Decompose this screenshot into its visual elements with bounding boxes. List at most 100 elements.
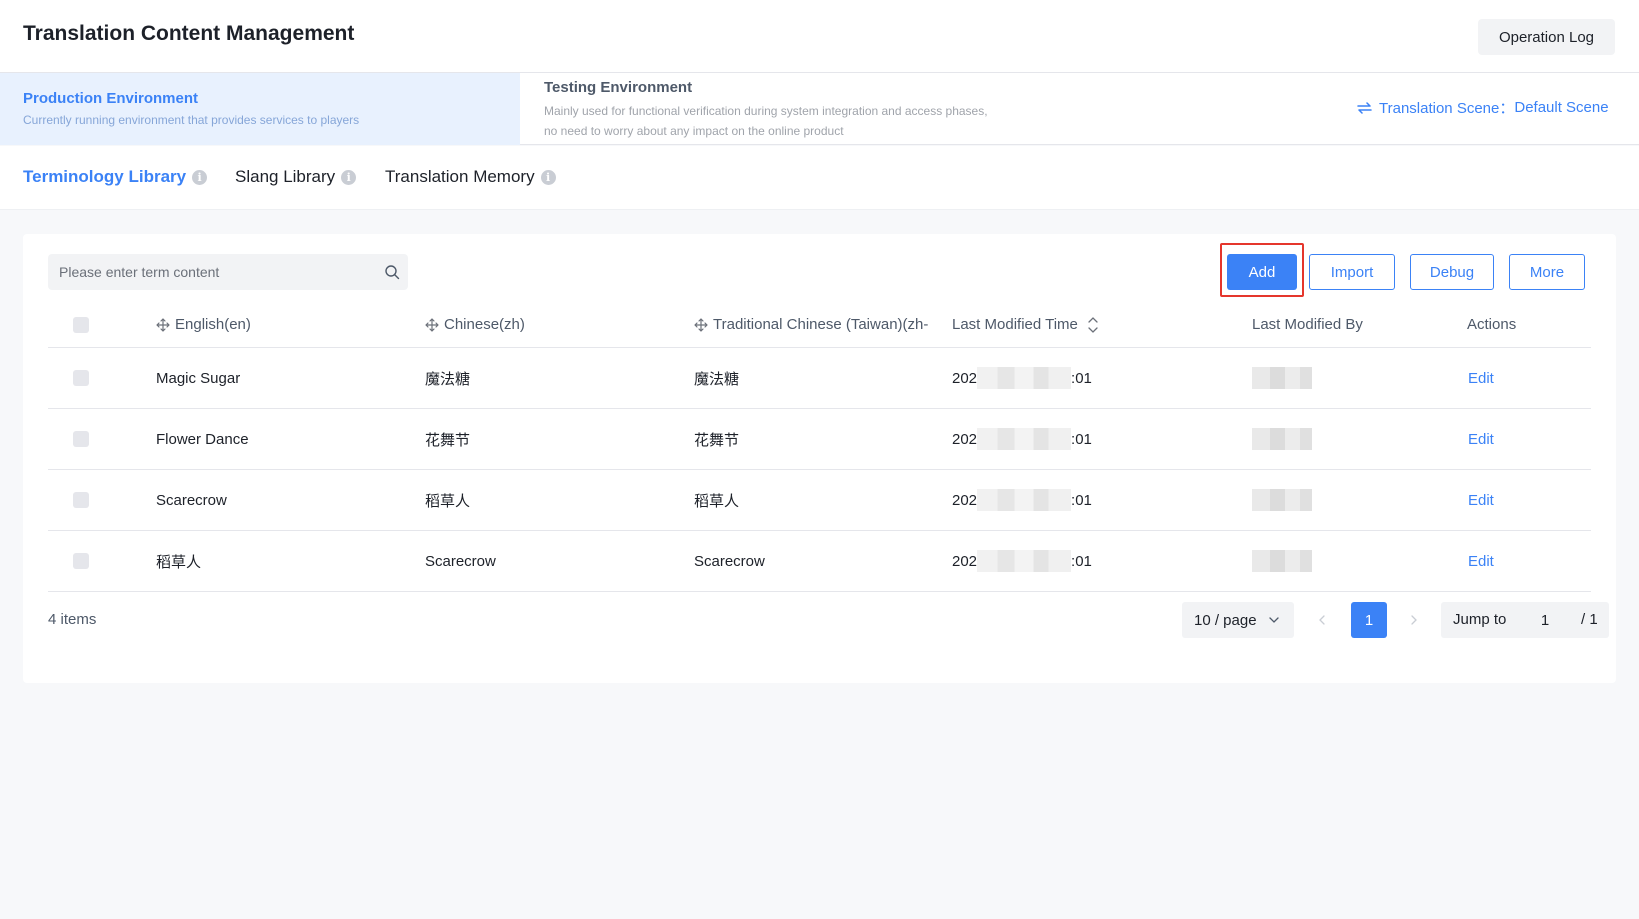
edit-link[interactable]: Edit: [1468, 409, 1494, 469]
translation-scene-selector[interactable]: Translation Scene： Default Scene: [1357, 97, 1609, 118]
row-select-cell: [73, 470, 89, 530]
total-pages: / 1: [1581, 611, 1598, 628]
redacted-mosaic: [1252, 489, 1312, 511]
row-checkbox[interactable]: [73, 370, 89, 386]
production-environment-description: Currently running environment that provi…: [23, 113, 360, 127]
table-row: 稻草人 Scarecrow Scarecrow 202 :01 Edit: [48, 531, 1591, 592]
translation-scene-label: Translation Scene：: [1379, 100, 1515, 117]
column-label: Last Modified Time: [952, 316, 1078, 333]
row-checkbox[interactable]: [73, 553, 89, 569]
tab-label: Slang Library: [235, 167, 336, 186]
redacted-mosaic: [1252, 550, 1312, 572]
search-box: [48, 254, 408, 290]
row-select-cell: [73, 409, 89, 469]
redacted-mosaic: [977, 428, 1072, 450]
sort-icon[interactable]: [1088, 316, 1098, 334]
table-row: Scarecrow 稻草人 稻草人 202 :01 Edit: [48, 470, 1591, 531]
operation-log-button[interactable]: Operation Log: [1478, 19, 1615, 55]
jump-to-input[interactable]: [1517, 604, 1573, 636]
debug-button[interactable]: Debug: [1410, 254, 1494, 290]
pagination-bar: 4 items 10 / page 1 Jump to / 1: [48, 602, 1609, 638]
page-title: Translation Content Management: [23, 22, 355, 45]
redacted-mosaic: [977, 550, 1072, 572]
time-suffix: :01: [1071, 430, 1092, 448]
time-suffix: :01: [1071, 369, 1092, 387]
row-checkbox[interactable]: [73, 492, 89, 508]
translation-scene-value: Default Scene: [1514, 99, 1609, 116]
cell-last-modified-time: 202 :01: [952, 470, 1092, 530]
info-icon[interactable]: i: [192, 169, 208, 185]
cell-chinese: Scarecrow: [425, 552, 496, 570]
testing-environment-tab[interactable]: Testing Environment Mainly used for func…: [544, 79, 1004, 141]
cell-traditional-chinese: 稻草人: [694, 492, 740, 510]
cell-english: Flower Dance: [156, 430, 249, 448]
cell-last-modified-time: 202 :01: [952, 531, 1092, 591]
table-row: Magic Sugar 魔法糖 魔法糖 202 :01 Edit: [48, 348, 1591, 409]
row-select-cell: [73, 348, 89, 408]
cell-traditional-chinese: 花舞节: [694, 431, 740, 449]
term-table: English(en) Chinese(zh) Traditional Chin…: [48, 302, 1591, 592]
cell-english: Magic Sugar: [156, 369, 241, 387]
chevron-down-icon: [1268, 617, 1279, 623]
redacted-mosaic: [977, 367, 1072, 389]
time-prefix: 202: [952, 430, 978, 448]
production-environment-name: Production Environment: [23, 90, 199, 107]
time-prefix: 202: [952, 491, 978, 509]
add-button[interactable]: Add: [1227, 254, 1297, 290]
edit-link[interactable]: Edit: [1468, 531, 1494, 591]
page-size-value: 10 / page: [1194, 611, 1257, 629]
time-prefix: 202: [952, 552, 978, 570]
row-checkbox[interactable]: [73, 431, 89, 447]
testing-environment-description: Mainly used for functional verification …: [544, 104, 988, 138]
column-header-english[interactable]: English(en): [156, 302, 251, 347]
table-row: Flower Dance 花舞节 花舞节 202 :01 Edit: [48, 409, 1591, 470]
environment-bar: Production Environment Currently running…: [0, 73, 1639, 145]
row-select-cell: [73, 531, 89, 591]
chevron-right-icon[interactable]: [1410, 613, 1418, 627]
cell-last-modified-by: [1252, 409, 1312, 469]
page-number-current[interactable]: 1: [1351, 602, 1387, 638]
more-button[interactable]: More: [1509, 254, 1585, 290]
column-header-traditional-chinese[interactable]: Traditional Chinese (Taiwan)(zh-: [694, 302, 928, 347]
redacted-mosaic: [977, 489, 1072, 511]
select-all-checkbox[interactable]: [73, 316, 89, 333]
cell-traditional-chinese: Scarecrow: [694, 552, 765, 570]
production-environment-tab[interactable]: Production Environment Currently running…: [0, 73, 520, 145]
tab-terminology-library[interactable]: Terminology Library i: [23, 167, 208, 187]
redacted-mosaic: [1252, 367, 1312, 389]
drag-handle-icon[interactable]: [694, 317, 708, 332]
info-icon[interactable]: i: [341, 169, 357, 185]
page-header: Translation Content Management Operation…: [0, 0, 1639, 73]
search-input[interactable]: [48, 254, 368, 290]
edit-link[interactable]: Edit: [1468, 348, 1494, 408]
cell-chinese: 魔法糖: [425, 370, 471, 388]
tab-label: Translation Memory: [385, 167, 535, 186]
drag-handle-icon[interactable]: [156, 317, 170, 332]
info-icon[interactable]: i: [540, 169, 556, 185]
chevron-left-icon[interactable]: [1318, 613, 1326, 627]
term-list-card: Add Import Debug More English(en) Chines…: [23, 234, 1616, 683]
column-header-actions: Actions: [1467, 316, 1517, 333]
import-button[interactable]: Import: [1309, 254, 1395, 290]
search-icon[interactable]: [384, 264, 400, 280]
cell-traditional-chinese: 魔法糖: [694, 370, 740, 388]
column-label: English(en): [175, 316, 251, 333]
table-header: English(en) Chinese(zh) Traditional Chin…: [48, 302, 1591, 348]
tab-label: Terminology Library: [23, 167, 187, 186]
time-suffix: :01: [1071, 552, 1092, 570]
select-all-cell: [73, 302, 89, 347]
time-prefix: 202: [952, 369, 978, 387]
jump-to-page: Jump to / 1: [1441, 602, 1609, 638]
tab-slang-library[interactable]: Slang Library i: [235, 167, 357, 187]
cell-last-modified-time: 202 :01: [952, 409, 1092, 469]
swap-icon: [1357, 101, 1372, 114]
tab-translation-memory[interactable]: Translation Memory i: [385, 167, 556, 187]
library-tabs: Terminology Library i Slang Library i Tr…: [0, 146, 1639, 210]
edit-link[interactable]: Edit: [1468, 470, 1494, 530]
cell-last-modified-time: 202 :01: [952, 348, 1092, 408]
drag-handle-icon[interactable]: [425, 317, 439, 332]
column-header-chinese[interactable]: Chinese(zh): [425, 302, 525, 347]
column-header-last-modified-time[interactable]: Last Modified Time: [952, 302, 1098, 347]
cell-last-modified-by: [1252, 348, 1312, 408]
page-size-select[interactable]: 10 / page: [1182, 602, 1294, 638]
